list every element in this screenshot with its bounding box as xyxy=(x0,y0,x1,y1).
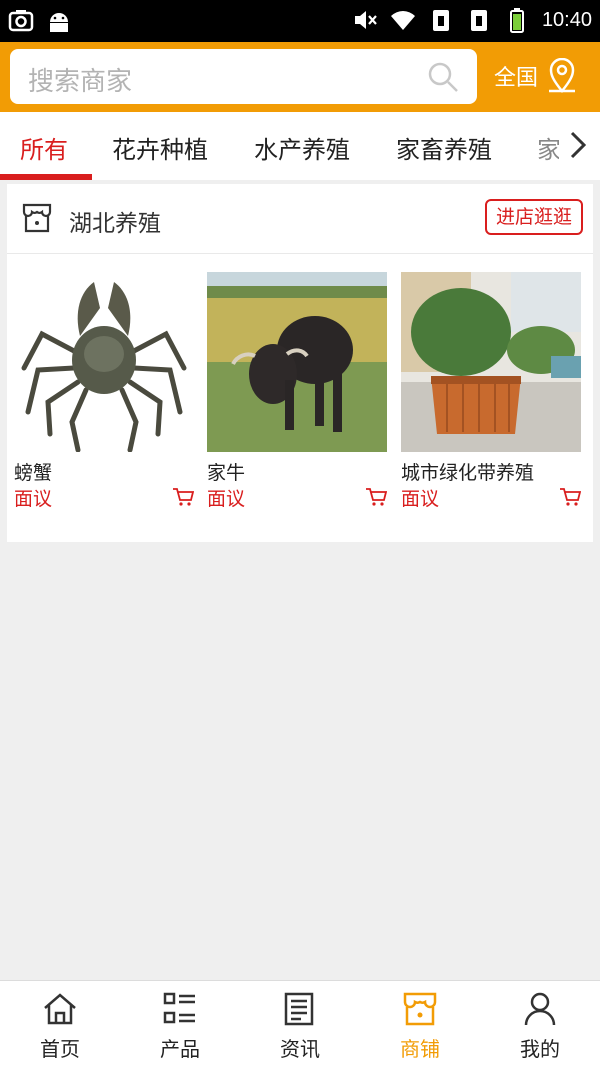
status-bar: 10:40 xyxy=(0,0,600,42)
news-icon xyxy=(284,992,314,1026)
region-label: 全国 xyxy=(494,66,539,91)
product-card-planter[interactable]: 城市绿化带养殖 面议 xyxy=(401,272,581,510)
tab-all[interactable]: 所有 xyxy=(20,130,68,165)
product-price: 面议 xyxy=(207,488,246,510)
product-name: 城市绿化带养殖 xyxy=(401,462,535,484)
header-bar: 搜索商家 全国 xyxy=(0,42,600,112)
cart-icon[interactable] xyxy=(559,487,581,507)
nav-label: 资讯 xyxy=(280,1037,320,1061)
user-icon xyxy=(524,992,556,1026)
battery-icon xyxy=(509,8,524,33)
tab-livestock[interactable]: 家畜养殖 xyxy=(396,130,492,165)
active-tab-indicator xyxy=(0,174,92,180)
chevron-right-icon[interactable] xyxy=(566,130,590,160)
nav-label: 我的 xyxy=(520,1037,560,1061)
android-icon xyxy=(50,13,68,32)
product-name: 螃蟹 xyxy=(14,462,53,484)
category-tabs: 所有 花卉种植 水产养殖 家畜养殖 家 xyxy=(0,112,600,180)
store-icon xyxy=(22,203,52,233)
product-card-buffalo[interactable]: 家牛 面议 xyxy=(207,272,387,510)
screenshot-icon xyxy=(8,10,34,32)
product-name: 家牛 xyxy=(207,462,246,484)
shop-name: 湖北养殖 xyxy=(69,211,161,237)
region-selector[interactable]: 全国 xyxy=(494,58,578,94)
nav-products[interactable]: 产品 xyxy=(120,981,240,1067)
nav-profile[interactable]: 我的 xyxy=(480,981,600,1067)
bottom-nav: 首页 产品 资讯 商铺 我的 xyxy=(0,980,600,1067)
nav-shops[interactable]: 商铺 xyxy=(360,981,480,1067)
home-icon xyxy=(44,993,76,1025)
shop-card: 湖北养殖 进店逛逛 螃蟹 面议 家牛 面议 城市绿化带养殖 面议 xyxy=(7,184,593,542)
wifi-icon xyxy=(390,11,415,31)
product-price: 面议 xyxy=(14,488,53,510)
nav-label: 产品 xyxy=(160,1037,200,1061)
product-image-crab[interactable] xyxy=(14,272,194,452)
location-pin-icon xyxy=(549,58,576,93)
sim1-icon xyxy=(432,10,449,31)
product-image-buffalo[interactable] xyxy=(207,272,387,452)
store-icon xyxy=(403,992,437,1026)
product-price: 面议 xyxy=(401,488,440,510)
product-image-planter[interactable] xyxy=(401,272,581,452)
nav-home[interactable]: 首页 xyxy=(0,981,120,1067)
product-card-crab[interactable]: 螃蟹 面议 xyxy=(14,272,194,510)
nav-label: 首页 xyxy=(40,1037,80,1061)
nav-news[interactable]: 资讯 xyxy=(240,981,360,1067)
shop-card-header: 湖北养殖 进店逛逛 xyxy=(7,184,593,254)
sim2-icon xyxy=(470,10,487,31)
cart-icon[interactable] xyxy=(365,487,387,507)
clock: 10:40 xyxy=(541,8,592,31)
tab-flower-planting[interactable]: 花卉种植 xyxy=(112,130,208,165)
search-icon[interactable] xyxy=(427,61,459,93)
cart-icon[interactable] xyxy=(172,487,194,507)
search-box[interactable]: 搜索商家 xyxy=(10,49,477,104)
tab-partial[interactable]: 家 xyxy=(537,130,559,165)
visit-store-button[interactable]: 进店逛逛 xyxy=(485,199,583,235)
list-icon xyxy=(163,992,195,1024)
mute-icon xyxy=(354,11,377,29)
nav-label: 商铺 xyxy=(400,1037,440,1061)
search-placeholder: 搜索商家 xyxy=(28,67,133,97)
tab-aquaculture[interactable]: 水产养殖 xyxy=(254,130,350,165)
